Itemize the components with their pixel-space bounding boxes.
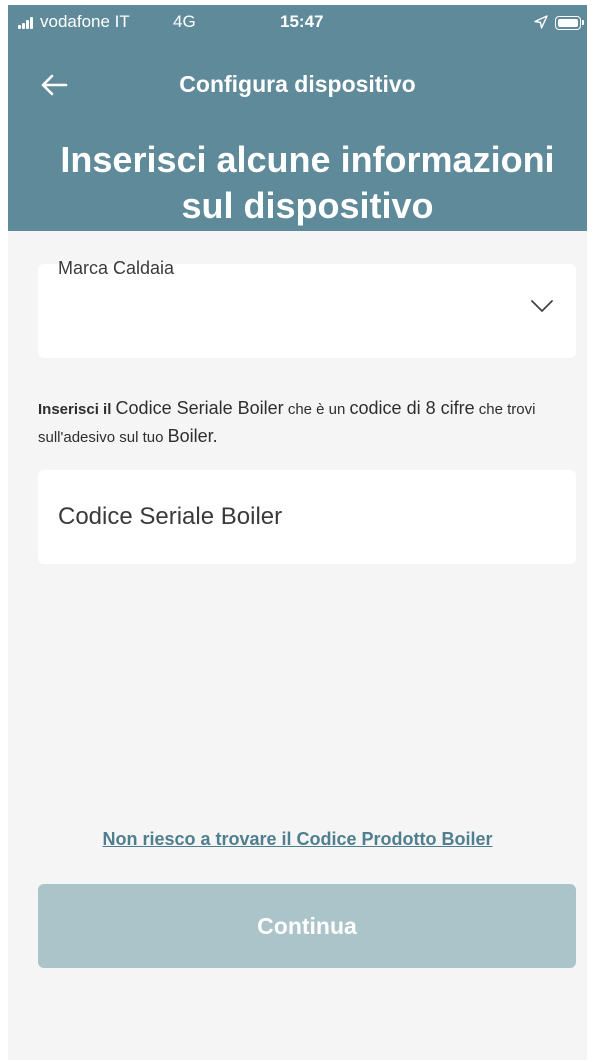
network-type: 4G [173,12,196,31]
instructions-part6: Boiler. [167,426,218,446]
continue-button[interactable]: Continua [38,884,576,968]
page-title-line2: sul dispositivo [181,185,434,226]
chevron-down-icon[interactable] [530,298,554,314]
carrier-name: vodafone IT [40,12,130,31]
page-title-line1: Inserisci alcune informazioni [60,139,555,180]
instructions-part2: Codice Seriale Boiler [115,398,284,418]
app-screen: vodafone IT 4G 15:47 Configura dispositi… [8,5,587,1060]
instructions-part3: che è un [287,401,346,418]
battery-icon [555,16,584,30]
status-bar: vodafone IT 4G 15:47 [8,5,587,41]
cannot-find-code-link[interactable]: Non riesco a trovare il Codice Prodotto … [8,829,587,850]
serial-instructions: Inserisci il Codice Seriale Boiler che è… [38,395,578,451]
serial-code-input[interactable] [58,500,548,534]
boiler-brand-select[interactable]: Marca Caldaia [38,258,576,358]
instructions-part4: codice di 8 cifre [349,398,475,418]
page-title: Inserisci alcune informazioni sul dispos… [28,137,587,229]
header: vodafone IT 4G 15:47 Configura dispositi… [8,5,587,231]
signal-strength-icon [18,17,36,29]
location-arrow-icon [534,15,548,29]
status-time: 15:47 [280,12,324,31]
boiler-brand-label: Marca Caldaia [58,258,175,278]
serial-code-field[interactable] [38,470,576,564]
instructions-part1: Inserisci il [38,401,112,418]
nav-title: Configura dispositivo [179,71,416,97]
